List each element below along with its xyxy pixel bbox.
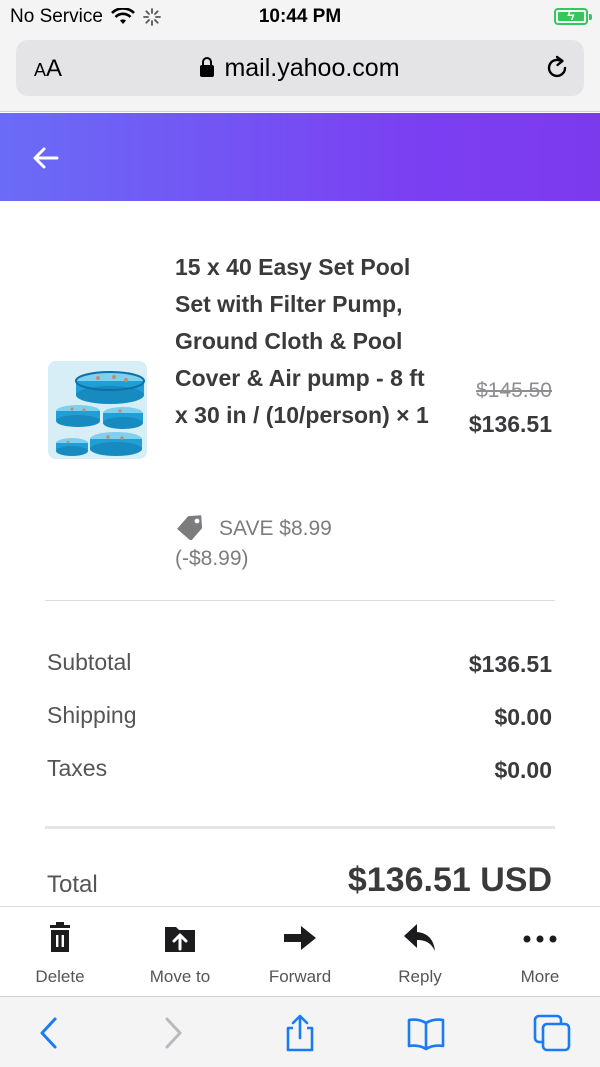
status-bar: No Service 10:44 PM ϟ	[0, 0, 600, 34]
product-image[interactable]	[48, 361, 147, 459]
share-icon[interactable]	[280, 1013, 320, 1053]
divider	[45, 600, 555, 601]
app-header	[0, 113, 600, 201]
move-to-label: Move to	[149, 967, 211, 986]
move-folder-icon	[165, 927, 195, 952]
subtotal-label: Subtotal	[47, 649, 132, 675]
reply-button[interactable]: Reply	[360, 907, 480, 997]
reply-arrow-icon	[404, 924, 435, 951]
mail-action-toolbar: Delete Move to Forward Reply More	[0, 906, 600, 996]
product-title[interactable]: 15 x 40 Easy Set Pool Set with Filter Pu…	[175, 249, 435, 434]
forward-button[interactable]: Forward	[240, 907, 360, 997]
delete-label: Delete	[35, 967, 85, 986]
subtotal-value: $136.51	[468, 651, 552, 677]
back-arrow-icon[interactable]	[30, 143, 60, 173]
browser-toolbar	[0, 996, 600, 1067]
forward-label: Forward	[268, 967, 332, 986]
clock: 10:44 PM	[258, 6, 342, 27]
browser-back-icon[interactable]	[30, 1013, 70, 1053]
product-price: $136.51	[468, 411, 552, 437]
taxes-label: Taxes	[47, 755, 108, 781]
lock-icon	[200, 57, 215, 77]
total-label: Total	[47, 871, 98, 898]
browser-address-area: AA mail.yahoo.com	[0, 34, 600, 112]
shipping-value: $0.00	[494, 704, 552, 730]
divider	[45, 826, 555, 829]
pool-image-icon	[48, 361, 147, 459]
more-button[interactable]: More	[480, 907, 600, 997]
reload-icon[interactable]	[542, 53, 572, 83]
bookmarks-icon[interactable]	[406, 1013, 446, 1053]
taxes-value: $0.00	[494, 757, 552, 783]
more-dots-icon	[523, 935, 557, 943]
more-label: More	[520, 967, 560, 986]
total-value: $136.51 USD	[347, 861, 552, 899]
move-to-button[interactable]: Move to	[120, 907, 240, 997]
tabs-icon[interactable]	[532, 1013, 572, 1053]
browser-forward-icon[interactable]	[152, 1013, 192, 1053]
savings-text: SAVE $8.99 (-$8.99)	[175, 517, 332, 570]
original-price: $145.50	[476, 379, 552, 402]
reply-label: Reply	[398, 967, 442, 986]
trash-icon	[50, 922, 70, 952]
address-bar[interactable]: AA mail.yahoo.com	[16, 40, 584, 96]
url-field[interactable]: mail.yahoo.com	[16, 54, 584, 83]
delete-button[interactable]: Delete	[0, 907, 120, 997]
shipping-label: Shipping	[47, 702, 137, 728]
url-text: mail.yahoo.com	[224, 54, 400, 82]
order-content: 15 x 40 Easy Set Pool Set with Filter Pu…	[0, 201, 600, 906]
battery-icon: ϟ	[554, 7, 592, 25]
forward-arrow-icon	[284, 926, 316, 950]
